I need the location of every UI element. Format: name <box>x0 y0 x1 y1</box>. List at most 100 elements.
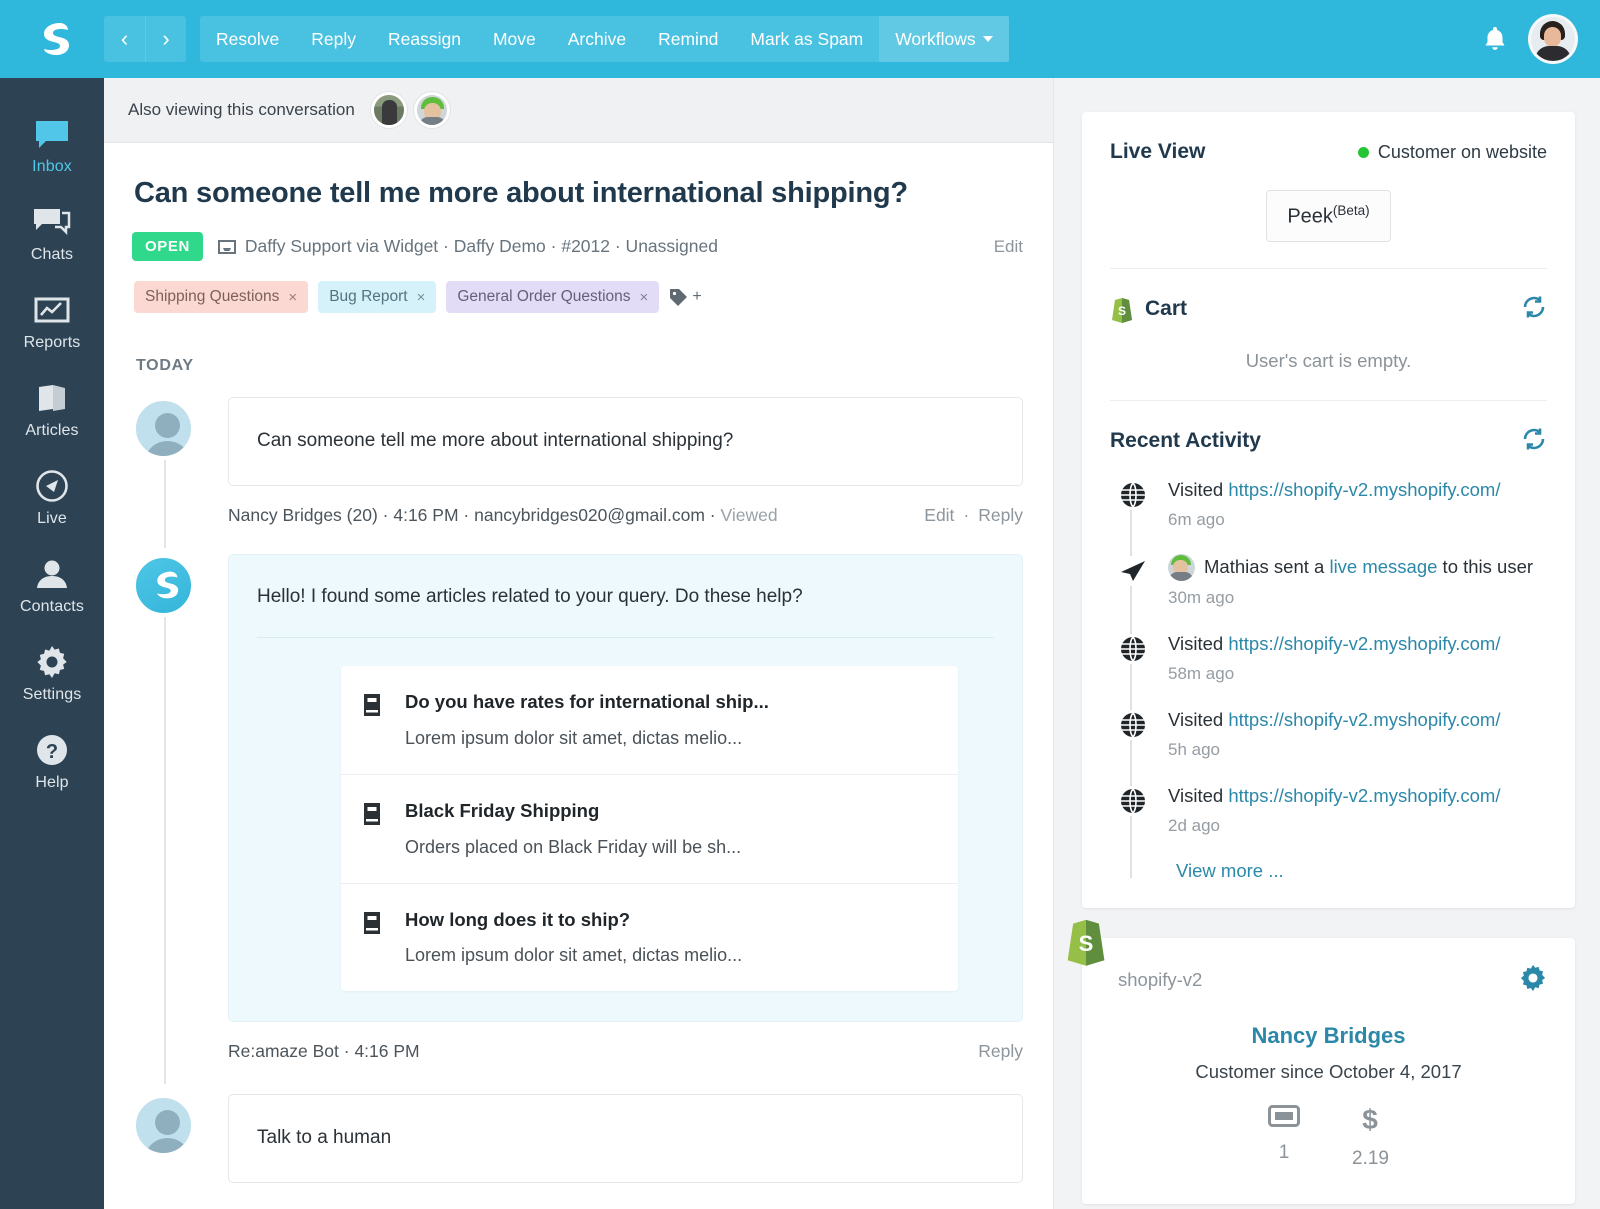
message-reply-button[interactable]: Reply <box>978 1041 1023 1062</box>
article-title: How long does it to ship? <box>405 908 631 930</box>
reply-button[interactable]: Reply <box>295 16 372 62</box>
article-suggestion-item[interactable]: Do you have rates for international ship… <box>341 666 958 774</box>
svg-text:S: S <box>1079 931 1094 956</box>
peek-label: Peek <box>1287 205 1333 228</box>
viewer-avatars <box>370 92 450 128</box>
activity-item: Visited https://shopify-v2.myshopify.com… <box>1116 708 1547 784</box>
tag-general-order-questions[interactable]: General Order Questions × <box>446 281 660 313</box>
activity-text: Visited https://shopify-v2.myshopify.com… <box>1168 632 1547 657</box>
article-suggestion-item[interactable]: Black Friday Shipping Orders placed on B… <box>341 773 958 883</box>
remind-button[interactable]: Remind <box>642 16 734 62</box>
cart-title-group: S Cart <box>1110 296 1187 323</box>
spend-stat: $ 2.19 <box>1352 1104 1389 1170</box>
conversation-scroll[interactable]: Can someone tell me more about internati… <box>104 143 1053 1209</box>
current-user-avatar[interactable] <box>1528 14 1578 64</box>
gear-icon[interactable] <box>1519 964 1547 997</box>
customer-sidebar[interactable]: Live View Customer on website Peek(Beta) <box>1054 78 1600 1209</box>
activity-time: 2d ago <box>1168 815 1220 835</box>
send-plane-icon <box>1116 555 1150 586</box>
activity-link[interactable]: live message <box>1329 556 1437 577</box>
activity-text: Visited https://shopify-v2.myshopify.com… <box>1168 708 1547 733</box>
app-logo[interactable] <box>0 20 104 58</box>
app-root: ‹ › Resolve Reply Reassign Move Archive … <box>0 0 1600 1209</box>
reassign-button[interactable]: Reassign <box>372 16 477 62</box>
customer-online-status: Customer on website <box>1357 142 1547 163</box>
activity-link[interactable]: https://shopify-v2.myshopify.com/ <box>1228 633 1500 654</box>
viewer-avatar-2[interactable] <box>413 92 450 128</box>
reamaze-bot-avatar <box>132 553 195 617</box>
sidebar-item-chats[interactable]: Chats <box>0 188 104 276</box>
action-buttons: Resolve Reply Reassign Move Archive Remi… <box>200 16 1009 62</box>
article-suggestion-item[interactable]: How long does it to ship? Lorem ipsum do… <box>341 882 958 992</box>
message-reply-button[interactable]: Reply <box>978 505 1023 526</box>
sidebar-item-reports[interactable]: Reports <box>0 276 104 364</box>
message-footer: Re:amaze Bot · 4:16 PM Reply <box>228 1041 1023 1062</box>
move-button[interactable]: Move <box>477 16 552 62</box>
conversation-meta-row: OPEN Daffy Support via Widget · Daffy De… <box>132 232 1023 261</box>
tag-label: General Order Questions <box>457 288 631 305</box>
message-avatar[interactable] <box>132 397 198 526</box>
agent-avatar <box>1168 553 1195 581</box>
activity-link[interactable]: https://shopify-v2.myshopify.com/ <box>1228 709 1500 730</box>
bell-icon[interactable] <box>1484 26 1506 52</box>
tag-remove-icon[interactable]: × <box>640 289 649 306</box>
also-viewing-bar: Also viewing this conversation <box>104 78 1053 143</box>
article-suggestions-list: Do you have rates for international ship… <box>341 666 958 992</box>
edit-conversation-button[interactable]: Edit <box>994 237 1023 257</box>
inbox-tray-icon <box>217 239 236 254</box>
message-viewed-status: Viewed <box>720 504 778 525</box>
message-avatar[interactable] <box>132 1094 198 1183</box>
prev-conversation-button[interactable]: ‹ <box>104 16 145 62</box>
activity-text: Mathias sent a live message to this user <box>1168 553 1547 581</box>
globe-icon <box>1116 785 1150 816</box>
peek-button[interactable]: Peek(Beta) <box>1266 190 1391 242</box>
refresh-icon[interactable] <box>1521 427 1547 456</box>
mark-as-spam-button[interactable]: Mark as Spam <box>734 16 879 62</box>
contacts-person-icon <box>35 553 69 595</box>
also-viewing-label: Also viewing this conversation <box>128 100 355 119</box>
live-view-card: Live View Customer on website Peek(Beta) <box>1082 112 1575 908</box>
sidebar-item-help[interactable]: ? Help <box>0 716 104 804</box>
tag-plus-icon <box>670 288 688 306</box>
message-avatar[interactable] <box>132 553 198 1063</box>
help-question-icon: ? <box>35 729 69 771</box>
online-dot-icon <box>1357 146 1369 158</box>
activity-time: 58m ago <box>1168 663 1235 683</box>
sidebar-item-inbox[interactable]: Inbox <box>0 100 104 188</box>
activity-link[interactable]: https://shopify-v2.myshopify.com/ <box>1228 479 1500 500</box>
sidebar-label-inbox: Inbox <box>32 158 72 175</box>
message-actions: Reply <box>978 1041 1023 1062</box>
archive-button[interactable]: Archive <box>552 16 642 62</box>
article-snippet: Orders placed on Black Friday will be sh… <box>405 836 742 857</box>
viewer-avatar-1[interactable] <box>370 92 407 128</box>
bot-message-bubble: Hello! I found some articles related to … <box>228 553 1023 1023</box>
gear-icon <box>35 641 69 683</box>
activity-time: 30m ago <box>1168 587 1235 607</box>
tag-shipping-questions[interactable]: Shipping Questions × <box>134 281 309 313</box>
view-more-activity-button[interactable]: View more ... <box>1168 860 1547 882</box>
tag-remove-icon[interactable]: × <box>288 289 297 306</box>
refresh-icon[interactable] <box>1521 295 1547 324</box>
shopify-customer-name[interactable]: Nancy Bridges <box>1082 1023 1575 1049</box>
activity-link[interactable]: https://shopify-v2.myshopify.com/ <box>1228 785 1500 806</box>
workflows-dropdown[interactable]: Workflows <box>879 16 1009 62</box>
shopify-bag-icon: S <box>1112 297 1132 323</box>
live-compass-icon <box>35 465 69 507</box>
add-tag-button[interactable]: + <box>669 288 702 307</box>
next-conversation-button[interactable]: › <box>145 16 186 62</box>
total-spend: 2.19 <box>1352 1147 1389 1169</box>
tag-bug-report[interactable]: Bug Report × <box>318 281 437 313</box>
sidebar-item-contacts[interactable]: Contacts <box>0 540 104 628</box>
inbox-chat-icon <box>34 113 70 155</box>
sidebar-item-articles[interactable]: Articles <box>0 364 104 452</box>
activity-timeline: Visited https://shopify-v2.myshopify.com… <box>1110 478 1547 882</box>
reamaze-logo-icon <box>44 23 69 55</box>
conversation-nav-arrows: ‹ › <box>104 16 186 62</box>
resolve-button[interactable]: Resolve <box>200 16 295 62</box>
sidebar-item-live[interactable]: Live <box>0 452 104 540</box>
message-edit-button[interactable]: Edit <box>924 505 954 526</box>
tag-remove-icon[interactable]: × <box>417 289 426 306</box>
sidebar-item-settings[interactable]: Settings <box>0 628 104 716</box>
customer-avatar <box>132 1094 195 1158</box>
sidebar-label-help: Help <box>35 774 69 791</box>
